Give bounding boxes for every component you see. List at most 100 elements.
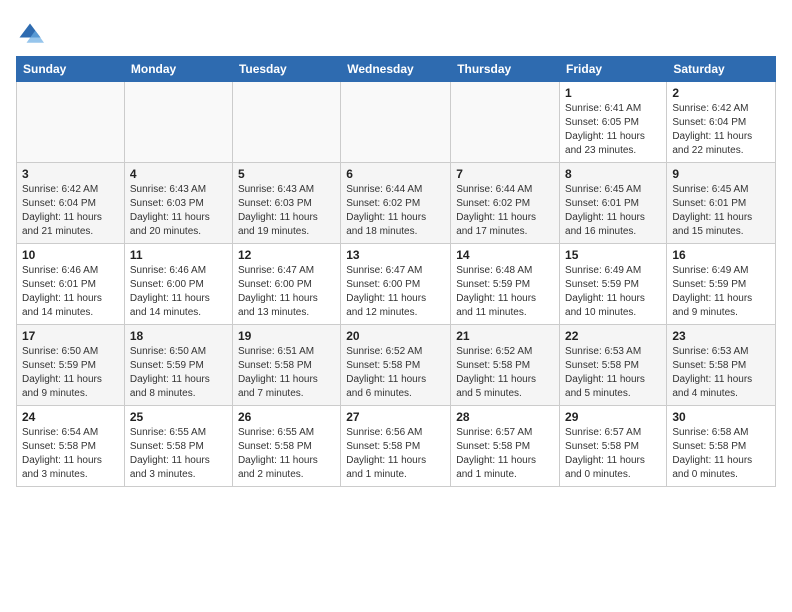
daylight-text: Daylight: 11 hours and 1 minute.: [456, 455, 536, 480]
calendar-day-cell: 24 Sunrise: 6:54 AMSunset: 5:58 PMDayligh…: [17, 406, 125, 487]
sunset-text: Sunset: 5:59 PM: [22, 360, 96, 371]
day-number: 30: [672, 410, 770, 424]
day-info: Sunrise: 6:44 AMSunset: 6:02 PMDaylight:…: [456, 183, 554, 239]
sunset-text: Sunset: 5:58 PM: [565, 441, 639, 452]
calendar-day-cell: 15Sunrise: 6:49 AMSunset: 5:59 PMDayligh…: [560, 244, 667, 325]
sunrise-text: Sunrise: 6:53 AM: [672, 346, 748, 357]
sunset-text: Sunset: 6:00 PM: [238, 279, 312, 290]
calendar-day-cell: 9Sunrise: 6:45 AMSunset: 6:01 PMDaylight…: [667, 163, 776, 244]
day-info: Sunrise: 6:55 AMSunset: 5:58 PMDaylight:…: [130, 426, 227, 482]
day-info: Sunrise: 6:43 AMSunset: 6:03 PMDaylight:…: [130, 183, 227, 239]
sunset-text: Sunset: 5:58 PM: [238, 441, 312, 452]
day-number: 16: [672, 248, 770, 262]
day-info: Sunrise: 6:54 AMSunset: 5:58 PMDaylight:…: [22, 426, 119, 482]
sunset-text: Sunset: 5:59 PM: [130, 360, 204, 371]
sunset-text: Sunset: 5:58 PM: [238, 360, 312, 371]
daylight-text: Daylight: 11 hours and 1 minute.: [346, 455, 426, 480]
day-number: 14: [456, 248, 554, 262]
sunset-text: Sunset: 6:03 PM: [238, 198, 312, 209]
sunrise-text: Sunrise: 6:47 AM: [346, 265, 422, 276]
sunrise-text: Sunrise: 6:42 AM: [672, 103, 748, 114]
sunset-text: Sunset: 6:05 PM: [565, 117, 639, 128]
day-number: 18: [130, 329, 227, 343]
daylight-text: Daylight: 11 hours and 14 minutes.: [22, 293, 102, 318]
daylight-text: Daylight: 11 hours and 10 minutes.: [565, 293, 645, 318]
sunrise-text: Sunrise: 6:41 AM: [565, 103, 641, 114]
calendar-header: SundayMondayTuesdayWednesdayThursdayFrid…: [17, 57, 776, 82]
daylight-text: Daylight: 11 hours and 9 minutes.: [672, 293, 752, 318]
day-number: 26: [238, 410, 335, 424]
calendar-table: SundayMondayTuesdayWednesdayThursdayFrid…: [16, 56, 776, 487]
day-number: 24: [22, 410, 119, 424]
day-number: 28: [456, 410, 554, 424]
calendar-day-cell: 5Sunrise: 6:43 AMSunset: 6:03 PMDaylight…: [232, 163, 340, 244]
calendar-day-cell: 8Sunrise: 6:45 AMSunset: 6:01 PMDaylight…: [560, 163, 667, 244]
day-number: 19: [238, 329, 335, 343]
calendar-day-cell: [17, 82, 125, 163]
calendar-week-row: 17Sunrise: 6:50 AMSunset: 5:59 PMDayligh…: [17, 325, 776, 406]
calendar-day-cell: 12Sunrise: 6:47 AMSunset: 6:00 PMDayligh…: [232, 244, 340, 325]
sunrise-text: Sunrise: 6:45 AM: [672, 184, 748, 195]
sunrise-text: Sunrise: 6:44 AM: [346, 184, 422, 195]
sunrise-text: Sunrise: 6:49 AM: [672, 265, 748, 276]
sunset-text: Sunset: 6:03 PM: [130, 198, 204, 209]
weekday-header: Wednesday: [341, 57, 451, 82]
weekday-row: SundayMondayTuesdayWednesdayThursdayFrid…: [17, 57, 776, 82]
sunset-text: Sunset: 6:04 PM: [672, 117, 746, 128]
logo-icon: [16, 20, 44, 48]
daylight-text: Daylight: 11 hours and 21 minutes.: [22, 212, 102, 237]
daylight-text: Daylight: 11 hours and 0 minutes.: [565, 455, 645, 480]
day-info: Sunrise: 6:52 AM Sunset: 5:58 PM Daylight:…: [456, 345, 554, 401]
calendar-day-cell: [232, 82, 340, 163]
calendar-day-cell: 29Sunrise: 6:57 AMSunset: 5:58 PMDayligh…: [560, 406, 667, 487]
sunrise-text: Sunrise: 6:42 AM: [22, 184, 98, 195]
day-number: 10: [22, 248, 119, 262]
sunrise-text: Sunrise: 6:46 AM: [130, 265, 206, 276]
daylight-text: Daylight: 11 hours and 22 minutes.: [672, 131, 752, 156]
day-number: 27: [346, 410, 445, 424]
day-number: 25: [130, 410, 227, 424]
calendar-day-cell: 20Sunrise: 6:52 AMSunset: 5:58 PMDayligh…: [341, 325, 451, 406]
calendar-day-cell: 1Sunrise: 6:41 AMSunset: 6:05 PMDaylight…: [560, 82, 667, 163]
sunset-text: Sunset: 5:58 PM: [456, 360, 530, 371]
sunrise-text: Sunrise: 6:44 AM: [456, 184, 532, 195]
day-number: 22: [565, 329, 661, 343]
day-info: Sunrise: 6:56 AMSunset: 5:58 PMDaylight:…: [346, 426, 445, 482]
calendar-day-cell: 25 Sunrise: 6:55 AMSunset: 5:58 PMDayligh…: [124, 406, 232, 487]
day-number: 9: [672, 167, 770, 181]
calendar-body: 1Sunrise: 6:41 AMSunset: 6:05 PMDaylight…: [17, 82, 776, 487]
calendar-day-cell: 21Sunrise: 6:52 AMSunset: 5:58 PMDayligh…: [451, 325, 560, 406]
sunset-text: Sunset: 5:58 PM: [346, 360, 420, 371]
daylight-text: Daylight: 11 hours and 18 minutes.: [346, 212, 426, 237]
calendar-day-cell: 28Sunrise: 6:57 AMSunset: 5:58 PMDayligh…: [451, 406, 560, 487]
daylight-text: Daylight: 11 hours and 8 minutes.: [130, 374, 210, 399]
sunset-text: Sunset: 6:04 PM: [22, 198, 96, 209]
daylight-text: Daylight: 11 hours and 5 minutes.: [565, 374, 645, 399]
day-info: Sunrise: 6:45 AMSunset: 6:01 PMDaylight:…: [565, 183, 661, 239]
weekday-header: Saturday: [667, 57, 776, 82]
calendar-day-cell: [341, 82, 451, 163]
day-info: Sunrise: 6:46 AMSunset: 6:01 PMDaylight:…: [22, 264, 119, 320]
day-number: 7: [456, 167, 554, 181]
day-info: Sunrise: 6:50 AMSunset: 5:59 PMDaylight:…: [22, 345, 119, 401]
sunrise-text: Sunrise: 6:51 AM: [238, 346, 314, 357]
daylight-text: Daylight: 11 hours and 23 minutes.: [565, 131, 645, 156]
daylight-text: Daylight: 11 hours and 3 minutes.: [130, 455, 210, 480]
calendar-day-cell: 18 Sunrise: 6:50 AM Sunset: 5:59 PM Dayligh…: [124, 325, 232, 406]
sunset-text: Sunset: 5:58 PM: [672, 360, 746, 371]
calendar-day-cell: 2Sunrise: 6:42 AMSunset: 6:04 PMDaylight…: [667, 82, 776, 163]
sunset-text: Sunset: 6:01 PM: [672, 198, 746, 209]
day-info: Sunrise: 6:42 AM Sunset: 6:04 PM Daylight:…: [672, 102, 770, 158]
sunset-text: Sunset: 5:58 PM: [565, 360, 639, 371]
daylight-text: Daylight: 11 hours and 14 minutes.: [130, 293, 210, 318]
calendar-day-cell: 30Sunrise: 6:58 AMSunset: 5:58 PMDayligh…: [667, 406, 776, 487]
sunset-text: Sunset: 6:01 PM: [22, 279, 96, 290]
daylight-text: Daylight: 11 hours and 5 minutes.: [456, 374, 536, 399]
weekday-header: Tuesday: [232, 57, 340, 82]
sunrise-text: Sunrise: 6:52 AM: [456, 346, 532, 357]
sunrise-text: Sunrise: 6:50 AM: [130, 346, 206, 357]
calendar-day-cell: 27 Sunrise: 6:56 AMSunset: 5:58 PMDayligh…: [341, 406, 451, 487]
daylight-text: Daylight: 11 hours and 3 minutes.: [22, 455, 102, 480]
calendar-day-cell: [451, 82, 560, 163]
day-number: 5: [238, 167, 335, 181]
